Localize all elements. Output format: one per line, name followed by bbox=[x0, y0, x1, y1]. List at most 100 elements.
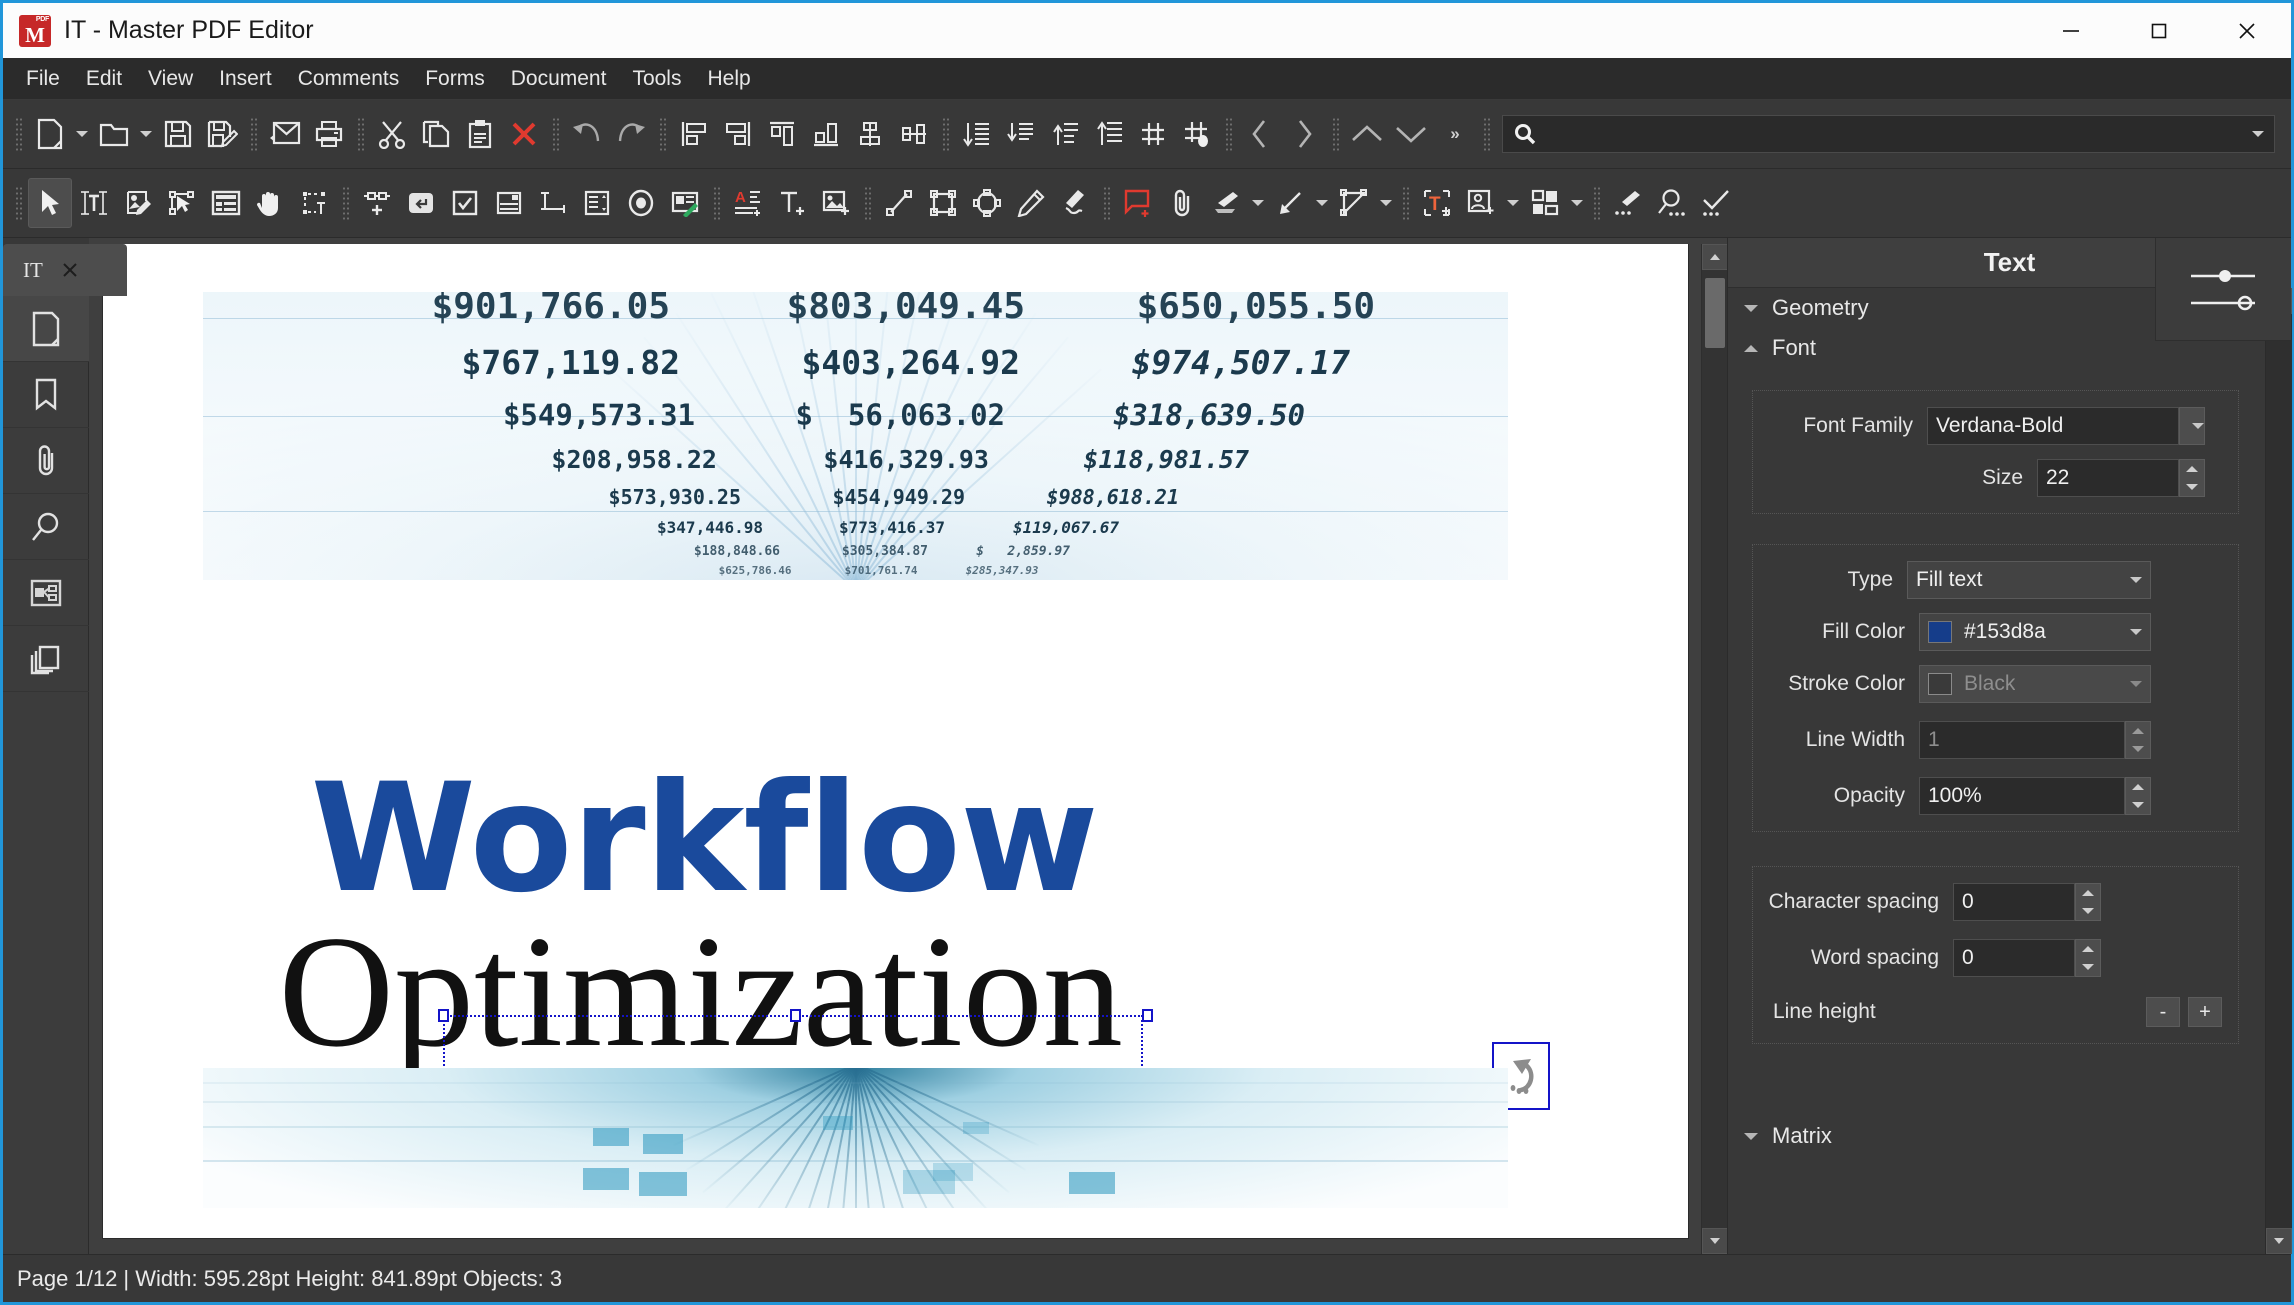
add-stamp-icon[interactable] bbox=[1459, 178, 1503, 228]
toolbar-grip[interactable] bbox=[15, 186, 22, 220]
resize-handle-top-left[interactable] bbox=[437, 1009, 449, 1022]
eraser-icon[interactable] bbox=[1053, 178, 1097, 228]
word-spacing-stepper[interactable] bbox=[2075, 939, 2101, 977]
highlight-icon[interactable] bbox=[1204, 178, 1248, 228]
scroll-up-icon[interactable] bbox=[1345, 109, 1389, 159]
align-left-icon[interactable] bbox=[672, 109, 716, 159]
add-signature-field-icon[interactable] bbox=[663, 178, 707, 228]
size-match-height-icon[interactable] bbox=[1087, 109, 1131, 159]
line-width-stepper[interactable] bbox=[2125, 721, 2151, 759]
draw-rectangle-icon[interactable] bbox=[921, 178, 965, 228]
add-text-icon[interactable] bbox=[770, 178, 814, 228]
menu-comments[interactable]: Comments bbox=[285, 61, 413, 97]
bookmarks-panel-icon[interactable] bbox=[3, 362, 89, 428]
stepper-down-icon[interactable] bbox=[2186, 484, 2198, 490]
font-size-stepper[interactable] bbox=[2179, 459, 2205, 497]
character-spacing-field[interactable]: 0 bbox=[1953, 883, 2075, 921]
document-tab[interactable]: IT bbox=[3, 244, 127, 296]
cut-icon[interactable] bbox=[370, 109, 414, 159]
search-input[interactable] bbox=[1502, 115, 2275, 153]
save-icon[interactable] bbox=[156, 109, 200, 159]
section-font[interactable]: Font bbox=[1728, 328, 2265, 368]
select-tool-icon[interactable] bbox=[28, 178, 72, 228]
save-as-icon[interactable] bbox=[200, 109, 244, 159]
select-area-icon[interactable] bbox=[292, 178, 336, 228]
stamps-panel-icon[interactable] bbox=[3, 626, 89, 692]
stepper-down-icon[interactable] bbox=[2132, 746, 2144, 752]
add-listbox-icon[interactable] bbox=[531, 178, 575, 228]
scrollbar-thumb[interactable] bbox=[1704, 278, 1725, 348]
menu-view[interactable]: View bbox=[135, 61, 206, 97]
type-select[interactable]: Fill text bbox=[1907, 561, 2151, 599]
email-icon[interactable] bbox=[263, 109, 307, 159]
properties-scroll-down-button[interactable] bbox=[2265, 1228, 2292, 1254]
character-spacing-stepper[interactable] bbox=[2075, 883, 2101, 921]
align-right-icon[interactable] bbox=[716, 109, 760, 159]
previous-page-icon[interactable] bbox=[1238, 109, 1282, 159]
stepper-down-icon[interactable] bbox=[2082, 908, 2094, 914]
print-icon[interactable] bbox=[307, 109, 351, 159]
align-bottom-icon[interactable] bbox=[804, 109, 848, 159]
shape-annotation-icon[interactable] bbox=[1332, 178, 1376, 228]
undo-icon[interactable] bbox=[565, 109, 609, 159]
zoom-tool-icon[interactable] bbox=[1650, 178, 1694, 228]
close-tab-icon[interactable] bbox=[61, 261, 79, 279]
page-scroll-area[interactable]: $901,766.05 $803,049.45 $650,055.50 $767… bbox=[89, 244, 1701, 1254]
menu-help[interactable]: Help bbox=[694, 61, 763, 97]
resize-handle-top-right[interactable] bbox=[1141, 1009, 1153, 1022]
arrow-annotation-icon[interactable] bbox=[1268, 178, 1312, 228]
scroll-down-button[interactable] bbox=[1701, 1228, 1728, 1254]
font-family-dropdown-button[interactable] bbox=[2179, 407, 2205, 445]
draw-line-icon[interactable] bbox=[877, 178, 921, 228]
open-folder-dropdown[interactable] bbox=[136, 109, 156, 159]
redo-icon[interactable] bbox=[609, 109, 653, 159]
line-height-decrease-button[interactable]: - bbox=[2146, 997, 2180, 1027]
add-button-icon[interactable] bbox=[399, 178, 443, 228]
search-dropdown-caret[interactable] bbox=[2252, 131, 2264, 137]
stepper-up-icon[interactable] bbox=[2186, 466, 2198, 472]
stroke-color-select[interactable]: Black bbox=[1919, 665, 2151, 703]
stepper-up-icon[interactable] bbox=[2082, 946, 2094, 952]
stepper-up-icon[interactable] bbox=[2132, 728, 2144, 734]
menu-file[interactable]: File bbox=[13, 61, 73, 97]
font-family-field[interactable]: Verdana-Bold bbox=[1927, 407, 2179, 445]
search-panel-icon[interactable] bbox=[3, 494, 89, 560]
menu-document[interactable]: Document bbox=[498, 61, 620, 97]
add-text-block-icon[interactable]: A bbox=[726, 178, 770, 228]
opacity-field[interactable]: 100% bbox=[1919, 777, 2125, 815]
paste-icon[interactable] bbox=[458, 109, 502, 159]
add-image-icon[interactable] bbox=[814, 178, 858, 228]
section-matrix[interactable]: Matrix bbox=[1728, 1116, 2265, 1156]
line-height-increase-button[interactable]: + bbox=[2188, 997, 2222, 1027]
overflow-chevrons-button[interactable]: » bbox=[1433, 109, 1477, 159]
form-fields-icon[interactable] bbox=[204, 178, 248, 228]
heading-workflow[interactable]: Workflow bbox=[311, 764, 1099, 914]
menu-forms[interactable]: Forms bbox=[412, 61, 498, 97]
opacity-stepper[interactable] bbox=[2125, 777, 2151, 815]
menu-edit[interactable]: Edit bbox=[73, 61, 135, 97]
draw-polygon-icon[interactable] bbox=[965, 178, 1009, 228]
add-text-field-icon[interactable] bbox=[575, 178, 619, 228]
financial-figures-background-image[interactable]: $901,766.05 $803,049.45 $650,055.50 $767… bbox=[202, 292, 1508, 580]
word-spacing-field[interactable]: 0 bbox=[1953, 939, 2075, 977]
distribute-vertical-bottom-icon[interactable] bbox=[999, 109, 1043, 159]
line-width-field[interactable]: 1 bbox=[1919, 721, 2125, 759]
add-radio-button-icon[interactable] bbox=[619, 178, 663, 228]
page-layout-icon[interactable] bbox=[1523, 178, 1567, 228]
pencil-icon[interactable] bbox=[1009, 178, 1053, 228]
check-mark-icon[interactable] bbox=[1694, 178, 1738, 228]
stepper-up-icon[interactable] bbox=[2082, 890, 2094, 896]
edit-image-tool-icon[interactable] bbox=[116, 178, 160, 228]
delete-icon[interactable] bbox=[502, 109, 546, 159]
highlight-dropdown[interactable] bbox=[1248, 178, 1268, 228]
menu-tools[interactable]: Tools bbox=[619, 61, 694, 97]
fill-color-select[interactable]: #153d8a bbox=[1919, 613, 2151, 651]
properties-scrollbar-track[interactable] bbox=[2265, 314, 2292, 1228]
snap-to-grid-icon[interactable] bbox=[1175, 109, 1219, 159]
size-match-width-icon[interactable] bbox=[1043, 109, 1087, 159]
scroll-down-icon[interactable] bbox=[1389, 109, 1433, 159]
sticky-note-icon[interactable] bbox=[1116, 178, 1160, 228]
close-button[interactable] bbox=[2203, 3, 2291, 58]
pdf-page[interactable]: $901,766.05 $803,049.45 $650,055.50 $767… bbox=[102, 244, 1688, 1238]
edit-text-box-icon[interactable]: T bbox=[1415, 178, 1459, 228]
